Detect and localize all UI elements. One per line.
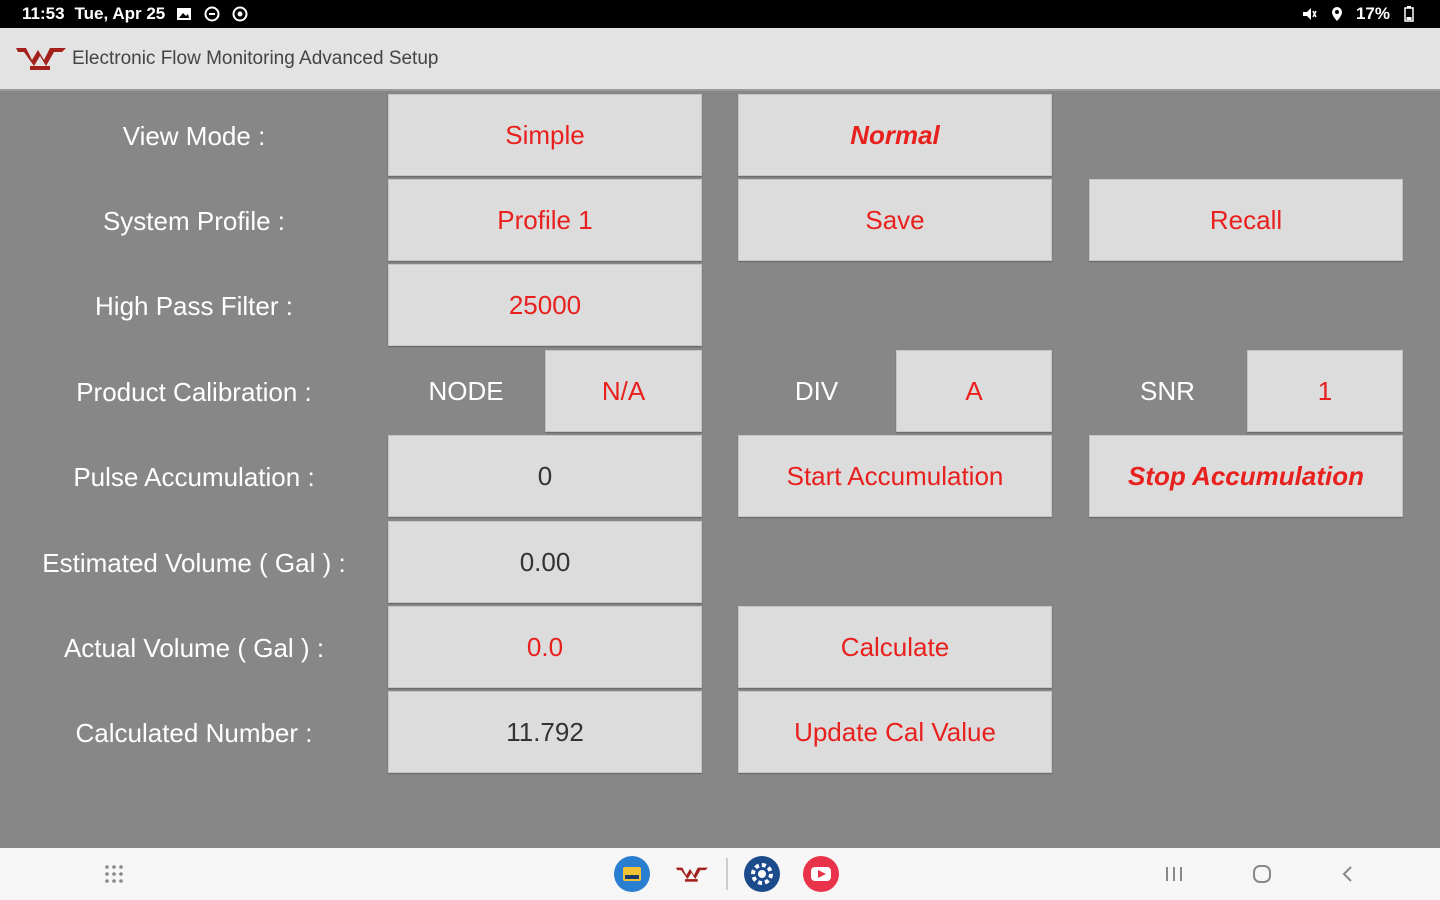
update-cal-value-button[interactable]: Update Cal Value	[738, 691, 1052, 773]
start-accumulation-button[interactable]: Start Accumulation	[738, 435, 1052, 517]
stop-accumulation-button[interactable]: Stop Accumulation	[1089, 435, 1403, 517]
system-profile-label: System Profile :	[102, 206, 286, 236]
view-mode-label: View Mode :	[122, 121, 266, 151]
estimated-volume-label: Estimated Volume ( Gal ) :	[42, 548, 346, 578]
location-icon	[1328, 5, 1346, 23]
flow-app-icon[interactable]	[612, 854, 652, 894]
div-label: DIV	[794, 375, 839, 406]
mute-icon	[1300, 5, 1318, 23]
actual-volume-label: Actual Volume ( Gal ) :	[63, 633, 325, 663]
recents-icon[interactable]	[1160, 860, 1188, 888]
gallery-icon	[175, 5, 193, 23]
app-title: Electronic Flow Monitoring Advanced Setu…	[72, 48, 439, 69]
product-calibration-label: Product Calibration :	[76, 377, 312, 407]
pulse-accumulation-label: Pulse Accumulation :	[73, 462, 315, 492]
back-icon[interactable]	[1334, 860, 1362, 888]
status-time: 11:53	[22, 4, 65, 23]
nav-divider	[726, 858, 728, 890]
node-label: NODE	[428, 375, 504, 406]
status-date: Tue, Apr 25	[74, 4, 166, 23]
settings-status-icon	[231, 5, 249, 23]
recall-button[interactable]: Recall	[1089, 179, 1403, 261]
high-pass-filter-label: High Pass Filter :	[95, 291, 293, 321]
settings-app-icon[interactable]	[742, 854, 782, 894]
wilger-app-icon[interactable]	[672, 854, 712, 894]
status-bar: 11:53 Tue, Apr 25 17%	[0, 0, 1440, 28]
sync-icon	[203, 5, 221, 23]
estimated-volume-value: 0.00	[388, 521, 702, 603]
home-icon[interactable]	[1248, 860, 1276, 888]
battery-icon	[1400, 5, 1418, 23]
apps-grid-icon[interactable]	[100, 860, 128, 888]
snr-label: SNR	[1140, 375, 1195, 406]
save-button[interactable]: Save	[738, 179, 1052, 261]
actual-volume-input[interactable]: 0.0	[388, 606, 702, 688]
app-logo-icon	[16, 44, 66, 72]
system-profile-button[interactable]: Profile 1	[388, 179, 702, 261]
calculated-number-value: 11.792	[388, 691, 702, 773]
youtube-app-icon[interactable]	[801, 854, 841, 894]
calculated-number-label: Calculated Number :	[75, 718, 313, 748]
div-value-button[interactable]: A	[896, 350, 1052, 432]
battery-text: 17%	[1355, 4, 1390, 23]
high-pass-filter-button[interactable]: 25000	[388, 264, 702, 346]
calculate-button[interactable]: Calculate	[738, 606, 1052, 688]
view-mode-button[interactable]: Simple	[388, 94, 702, 176]
node-value-button[interactable]: N/A	[545, 350, 702, 432]
snr-value-button[interactable]: 1	[1247, 350, 1403, 432]
navigation-bar	[0, 848, 1440, 900]
app-bar: Electronic Flow Monitoring Advanced Setu…	[0, 28, 1440, 91]
pulse-accumulation-value: 0	[388, 435, 702, 517]
mode-normal-button[interactable]: Normal	[738, 94, 1052, 176]
